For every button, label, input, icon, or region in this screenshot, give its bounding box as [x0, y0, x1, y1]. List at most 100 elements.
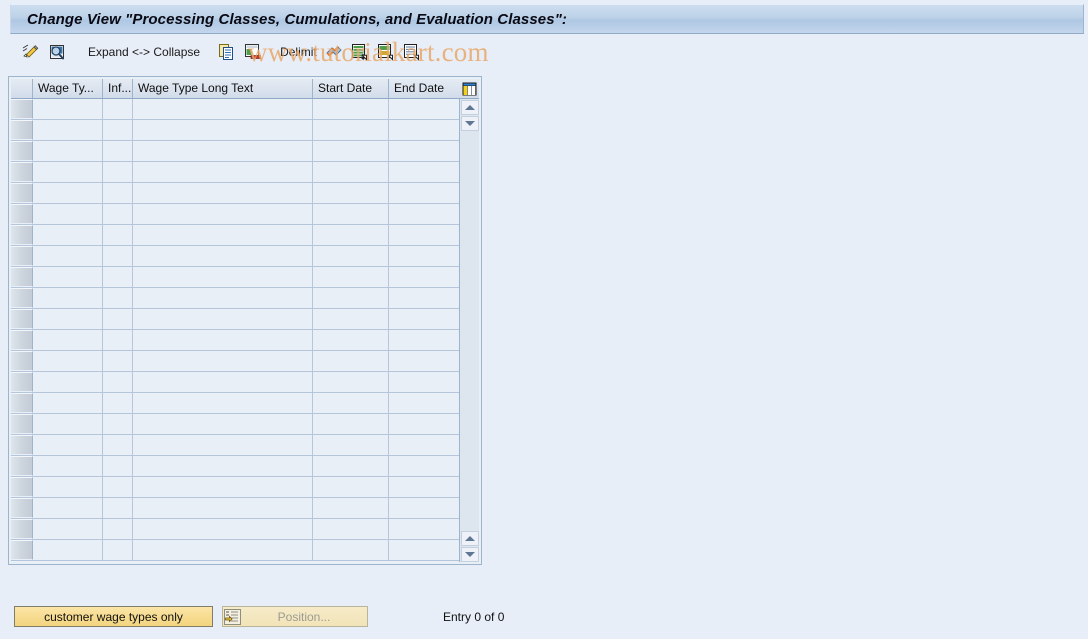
table-cell-start_date[interactable]: [313, 162, 389, 182]
table-cell-infotype[interactable]: [103, 225, 133, 245]
row-selector-button[interactable]: [11, 435, 33, 455]
table-cell-long_text[interactable]: [133, 309, 313, 329]
undo-icon[interactable]: [323, 41, 345, 63]
table-cell-wage_type[interactable]: [33, 183, 103, 203]
table-row[interactable]: [11, 204, 459, 225]
table-row[interactable]: [11, 288, 459, 309]
table-cell-wage_type[interactable]: [33, 456, 103, 476]
row-selector-button[interactable]: [11, 477, 33, 497]
table-cell-wage_type[interactable]: [33, 141, 103, 161]
table-cell-start_date[interactable]: [313, 246, 389, 266]
row-selector-button[interactable]: [11, 498, 33, 518]
table-row[interactable]: [11, 477, 459, 498]
table-cell-end_date[interactable]: [389, 288, 459, 308]
table-cell-long_text[interactable]: [133, 330, 313, 350]
table-cell-long_text[interactable]: [133, 288, 313, 308]
row-selector-button[interactable]: [11, 204, 33, 224]
table-cell-infotype[interactable]: [103, 456, 133, 476]
table-cell-start_date[interactable]: [313, 141, 389, 161]
column-header-start-date[interactable]: Start Date: [313, 79, 389, 98]
table-cell-end_date[interactable]: [389, 372, 459, 392]
table-cell-wage_type[interactable]: [33, 162, 103, 182]
row-selector-button[interactable]: [11, 162, 33, 182]
table-row[interactable]: [11, 351, 459, 372]
row-selector-button[interactable]: [11, 330, 33, 350]
scroll-up-button[interactable]: [460, 100, 479, 115]
table-cell-infotype[interactable]: [103, 435, 133, 455]
table-cell-start_date[interactable]: [313, 519, 389, 539]
table-row[interactable]: [11, 498, 459, 519]
table-cell-wage_type[interactable]: [33, 477, 103, 497]
select-all-icon[interactable]: [349, 41, 371, 63]
table-cell-infotype[interactable]: [103, 477, 133, 497]
table-cell-long_text[interactable]: [133, 225, 313, 245]
table-cell-start_date[interactable]: [313, 225, 389, 245]
row-selector-button[interactable]: [11, 225, 33, 245]
table-cell-end_date[interactable]: [389, 456, 459, 476]
row-selector-button[interactable]: [11, 519, 33, 539]
table-cell-end_date[interactable]: [389, 204, 459, 224]
table-cell-start_date[interactable]: [313, 288, 389, 308]
table-cell-start_date[interactable]: [313, 456, 389, 476]
table-cell-long_text[interactable]: [133, 267, 313, 287]
table-cell-infotype[interactable]: [103, 120, 133, 140]
table-cell-wage_type[interactable]: [33, 351, 103, 371]
table-cell-infotype[interactable]: [103, 162, 133, 182]
table-cell-long_text[interactable]: [133, 99, 313, 119]
page-down-button[interactable]: [460, 547, 479, 562]
table-cell-infotype[interactable]: [103, 519, 133, 539]
table-cell-end_date[interactable]: [389, 519, 459, 539]
table-cell-end_date[interactable]: [389, 540, 459, 560]
table-row[interactable]: [11, 330, 459, 351]
table-cell-infotype[interactable]: [103, 309, 133, 329]
table-cell-infotype[interactable]: [103, 351, 133, 371]
table-row[interactable]: [11, 372, 459, 393]
scrollbar-track[interactable]: [460, 131, 479, 531]
table-cell-infotype[interactable]: [103, 183, 133, 203]
table-row[interactable]: [11, 456, 459, 477]
table-cell-end_date[interactable]: [389, 141, 459, 161]
vertical-scrollbar[interactable]: [459, 99, 479, 562]
table-cell-long_text[interactable]: [133, 414, 313, 434]
table-cell-end_date[interactable]: [389, 435, 459, 455]
table-cell-start_date[interactable]: [313, 540, 389, 560]
table-row[interactable]: [11, 540, 459, 561]
table-cell-wage_type[interactable]: [33, 225, 103, 245]
scroll-down-button[interactable]: [460, 116, 479, 131]
table-row[interactable]: [11, 162, 459, 183]
table-cell-wage_type[interactable]: [33, 414, 103, 434]
table-cell-long_text[interactable]: [133, 120, 313, 140]
table-cell-end_date[interactable]: [389, 225, 459, 245]
table-row[interactable]: [11, 435, 459, 456]
table-cell-start_date[interactable]: [313, 204, 389, 224]
table-cell-wage_type[interactable]: [33, 498, 103, 518]
customer-wage-types-only-button[interactable]: customer wage types only: [14, 606, 213, 627]
column-header-wage-type[interactable]: Wage Ty...: [33, 79, 103, 98]
table-cell-wage_type[interactable]: [33, 246, 103, 266]
table-cell-end_date[interactable]: [389, 246, 459, 266]
table-cell-long_text[interactable]: [133, 351, 313, 371]
table-cell-end_date[interactable]: [389, 414, 459, 434]
row-selector-button[interactable]: [11, 414, 33, 434]
table-cell-infotype[interactable]: [103, 141, 133, 161]
column-header-long-text[interactable]: Wage Type Long Text: [133, 79, 313, 98]
table-cell-infotype[interactable]: [103, 393, 133, 413]
table-cell-wage_type[interactable]: [33, 435, 103, 455]
table-row[interactable]: [11, 141, 459, 162]
row-selector-button[interactable]: [11, 183, 33, 203]
row-selector-button[interactable]: [11, 309, 33, 329]
table-cell-start_date[interactable]: [313, 99, 389, 119]
row-selector-button[interactable]: [11, 393, 33, 413]
table-cell-start_date[interactable]: [313, 498, 389, 518]
table-cell-long_text[interactable]: [133, 519, 313, 539]
table-cell-long_text[interactable]: [133, 456, 313, 476]
table-cell-long_text[interactable]: [133, 393, 313, 413]
table-cell-end_date[interactable]: [389, 393, 459, 413]
column-header-infotype[interactable]: Inf...: [103, 79, 133, 98]
table-cell-infotype[interactable]: [103, 267, 133, 287]
table-cell-wage_type[interactable]: [33, 309, 103, 329]
table-row[interactable]: [11, 414, 459, 435]
table-cell-infotype[interactable]: [103, 414, 133, 434]
row-selector-button[interactable]: [11, 288, 33, 308]
table-cell-end_date[interactable]: [389, 330, 459, 350]
